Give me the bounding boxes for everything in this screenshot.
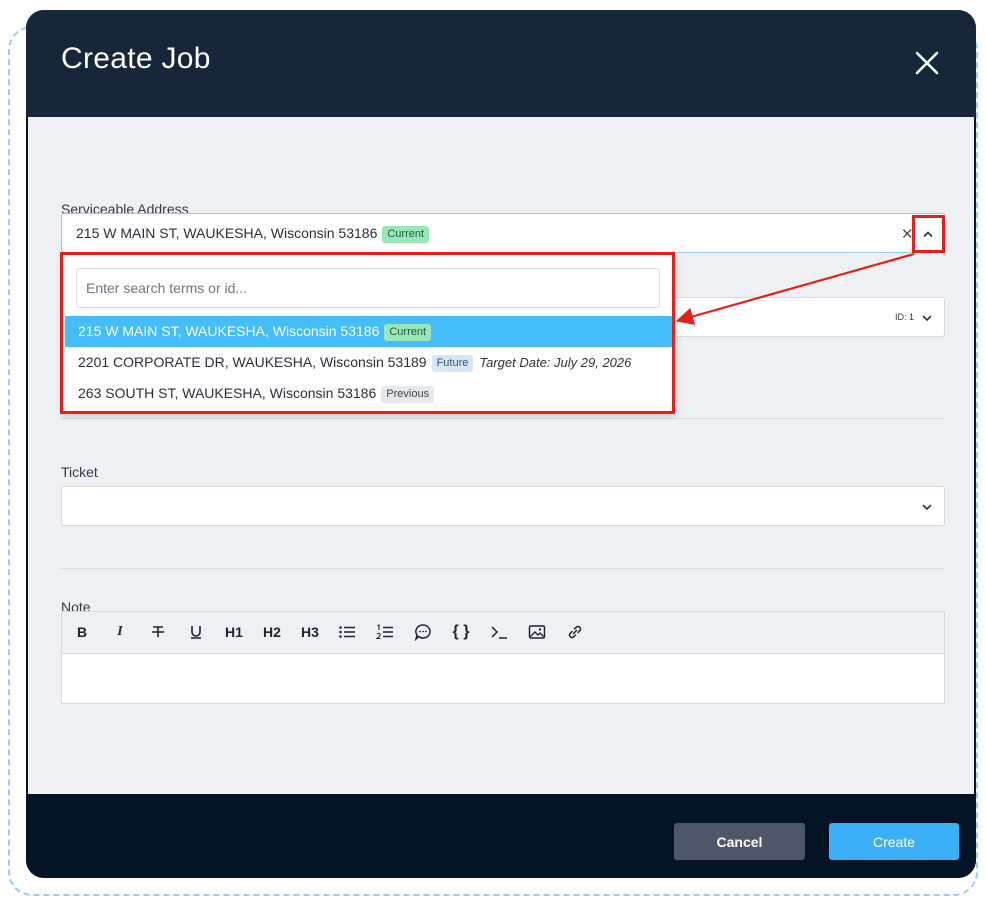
heading1-button[interactable]: H1: [220, 621, 248, 643]
modal-footer: Cancel Create: [26, 794, 976, 878]
heading2-button[interactable]: H2: [258, 621, 286, 643]
terminal-button[interactable]: [487, 621, 511, 643]
close-icon[interactable]: [914, 50, 940, 76]
address-option-text: 2201 CORPORATE DR, WAUKESHA, Wisconsin 5…: [78, 354, 427, 370]
address-option[interactable]: 2201 CORPORATE DR, WAUKESHA, Wisconsin 5…: [65, 347, 673, 378]
previous-badge: Previous: [381, 386, 435, 403]
modal-header: Create Job: [26, 10, 976, 117]
ordered-list-button[interactable]: [373, 621, 397, 643]
editor-toolbar: B I H1 H2 H3 {}: [61, 611, 945, 653]
ticket-select[interactable]: [61, 486, 945, 526]
clear-icon[interactable]: ✕: [901, 225, 914, 243]
id-select-value: ID: 1: [895, 312, 915, 322]
code-block-button[interactable]: { }: [448, 621, 474, 643]
underline-button[interactable]: [184, 621, 208, 643]
address-option-text: 215 W MAIN ST, WAUKESHA, Wisconsin 53186: [78, 323, 380, 339]
address-option-text: 263 SOUTH ST, WAUKESHA, Wisconsin 53186: [78, 385, 377, 401]
link-button[interactable]: [563, 621, 587, 643]
chevron-up-icon[interactable]: [922, 228, 934, 240]
blockquote-button[interactable]: [411, 621, 435, 643]
image-icon: [528, 625, 546, 639]
serviceable-address-select[interactable]: 215 W MAIN ST, WAUKESHA, Wisconsin 53186…: [61, 213, 945, 253]
italic-button[interactable]: I: [108, 621, 132, 643]
terminal-icon: [491, 626, 507, 639]
create-button[interactable]: Create: [829, 823, 959, 860]
address-search-input[interactable]: [76, 268, 660, 308]
ticket-label: Ticket: [61, 464, 98, 480]
address-option[interactable]: 263 SOUTH ST, WAUKESHA, Wisconsin 53186 P…: [65, 378, 673, 409]
current-badge: Current: [384, 324, 432, 341]
future-badge: Future: [431, 355, 474, 372]
underline-icon: [191, 626, 201, 639]
comment-icon: [414, 624, 431, 641]
modal-title: Create Job: [61, 42, 211, 75]
cancel-button[interactable]: Cancel: [674, 823, 805, 860]
bullet-list-icon: [339, 626, 355, 638]
chevron-down-icon: [922, 315, 932, 322]
chevron-down-icon: [922, 504, 932, 511]
target-date: Target Date: July 29, 2026: [479, 355, 632, 370]
address-dropdown: 215 W MAIN ST, WAUKESHA, Wisconsin 53186…: [62, 254, 676, 414]
current-badge: Current: [382, 226, 430, 243]
divider: [61, 418, 945, 419]
divider: [61, 568, 945, 569]
note-editor[interactable]: [61, 653, 945, 704]
bullet-list-button[interactable]: [335, 621, 359, 643]
heading3-button[interactable]: H3: [296, 621, 324, 643]
selected-address-text: 215 W MAIN ST, WAUKESHA, Wisconsin 53186: [76, 225, 378, 241]
modal-body: Serviceable Address 215 W MAIN ST, WAUKE…: [28, 117, 974, 794]
selected-address: 215 W MAIN ST, WAUKESHA, Wisconsin 53186…: [76, 225, 430, 243]
link-icon: [568, 625, 582, 639]
bold-button[interactable]: B: [70, 621, 94, 643]
image-button[interactable]: [525, 621, 549, 643]
strikethrough-icon: [152, 626, 164, 637]
ordered-list-icon: [376, 624, 393, 640]
strikethrough-button[interactable]: [146, 621, 170, 643]
address-option[interactable]: 215 W MAIN ST, WAUKESHA, Wisconsin 53186…: [65, 316, 673, 347]
create-job-modal: Create Job Serviceable Address 215 W MAI…: [26, 10, 976, 878]
